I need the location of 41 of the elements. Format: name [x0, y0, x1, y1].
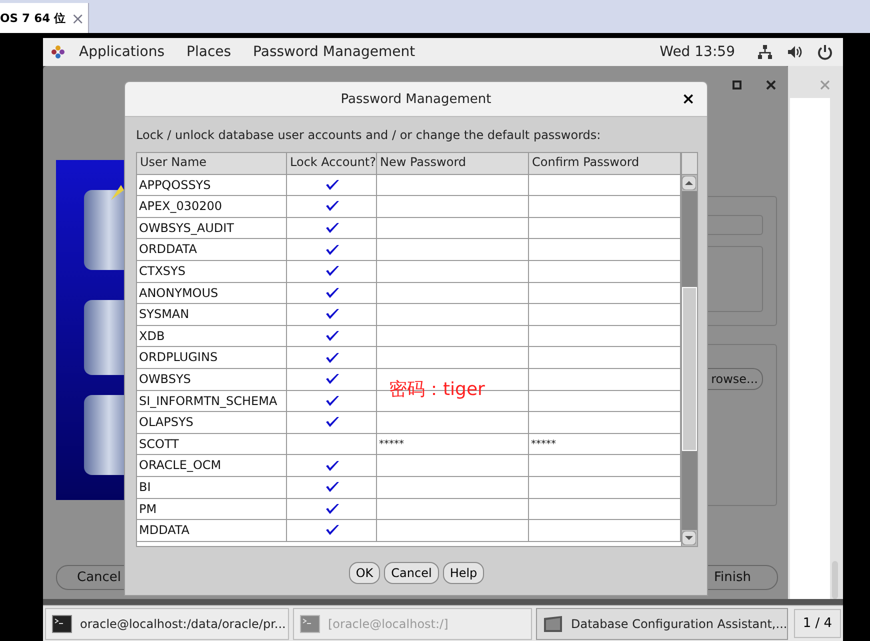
table-cell: ORDPLUGINS [137, 347, 287, 369]
taskbar-item[interactable]: oracle@localhost:/data/oracle/pr... [45, 608, 289, 640]
password-field[interactable]: ***** [377, 434, 529, 456]
table-cell: SYSMAN [137, 304, 287, 326]
tab-title: OS 7 64 位 [0, 10, 66, 26]
table-cell: SI_INFORMTN_SCHEMA [137, 390, 287, 412]
table-cell: ANONYMOUS [137, 282, 287, 304]
dialog-button[interactable]: Cancel [384, 562, 439, 584]
column-header[interactable]: New Password [377, 153, 529, 175]
table-cell: APPQOSSYS [137, 174, 287, 196]
menu-item[interactable]: Places [186, 44, 232, 60]
column-header[interactable]: Confirm Password [529, 153, 681, 175]
workspace-indicator[interactable]: 1 / 4 [794, 609, 841, 638]
column-header[interactable]: Lock Account? [287, 153, 377, 175]
table-cell: ORACLE_OCM [137, 455, 287, 477]
close-icon[interactable]: × [71, 8, 84, 28]
table-cell: OWBSYS_AUDIT [137, 218, 287, 240]
taskbar-item[interactable]: Database Configuration Assistant,... [536, 608, 788, 640]
column-header[interactable]: User Name [137, 153, 287, 175]
table-cell: PM [137, 498, 287, 520]
close-button[interactable]: × [682, 89, 695, 108]
masked-password: ***** [531, 438, 556, 450]
browser-tab[interactable]: OS 7 64 位 × [0, 3, 90, 33]
annotation-overlay: 密码：tiger [389, 378, 485, 401]
menu-item[interactable]: Applications [79, 44, 165, 60]
table-cell: CTXSYS [137, 260, 287, 283]
dialog-title: Password Management [340, 92, 492, 106]
table-cell: OWBSYS [137, 368, 287, 391]
table-cell: XDB [137, 326, 287, 348]
table-cell: MDDATA [137, 520, 287, 542]
table-cell: ORDDATA [137, 239, 287, 261]
table-cell: BI [137, 476, 287, 498]
table-cell: OLAPSYS [137, 412, 287, 434]
menu-item[interactable]: Password Management [253, 44, 416, 60]
dialog-button[interactable]: Help [442, 562, 484, 584]
instructions: Lock / unlock database user accounts and / or change the default passwords: [136, 128, 602, 142]
table-cell: SCOTT [137, 434, 287, 456]
clock: Wed 13:59 [660, 44, 735, 60]
table-cell: APEX_030200 [137, 196, 287, 218]
masked-password: ***** [379, 438, 404, 450]
dialog-button[interactable]: OK [348, 562, 380, 584]
